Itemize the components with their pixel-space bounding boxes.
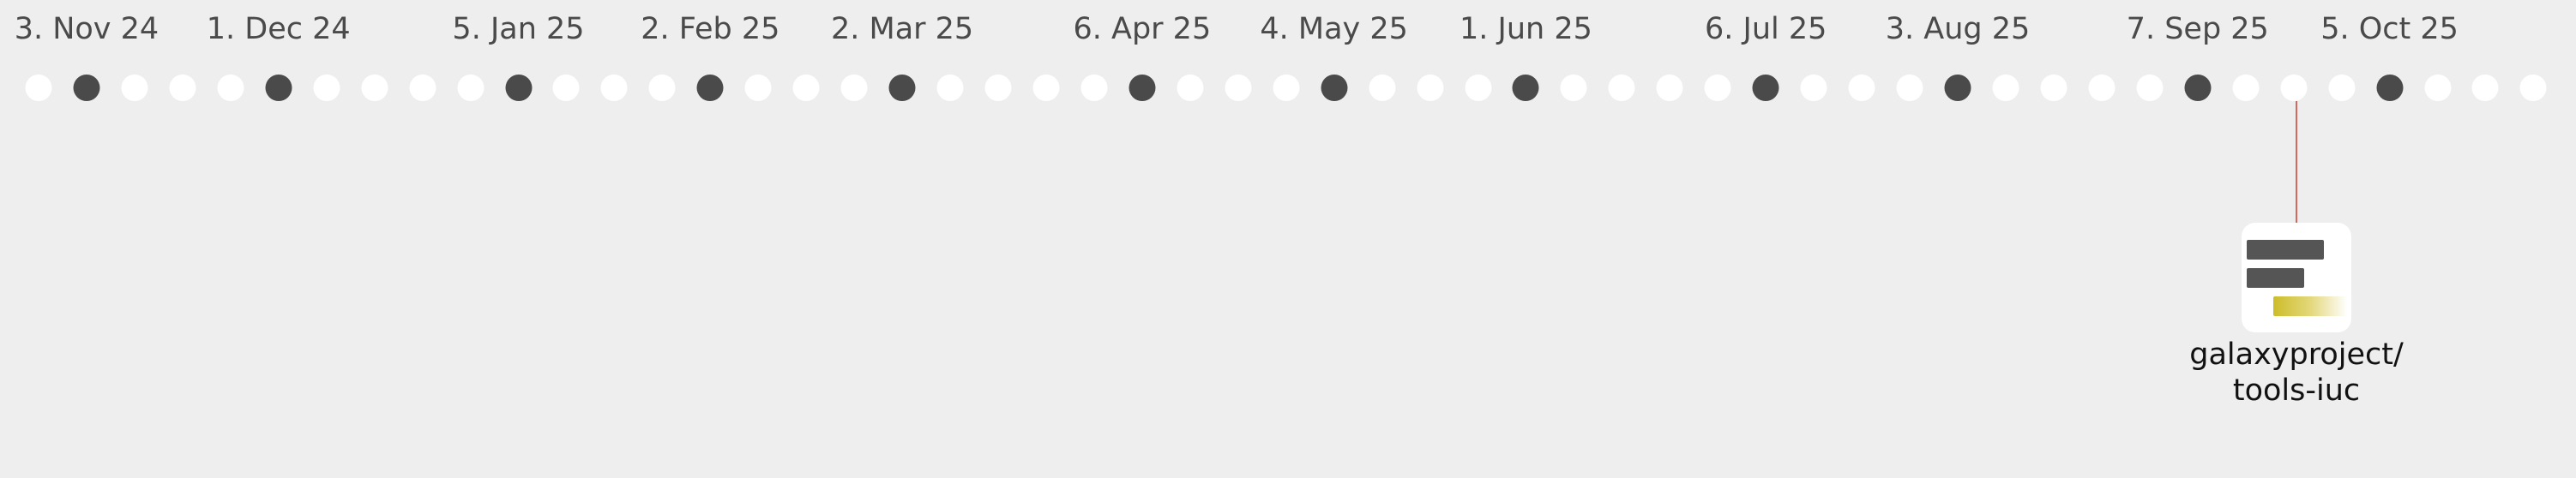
timeline-week-dot: [1369, 75, 1396, 101]
timeline-month-dot: [73, 75, 100, 101]
timeline-date-label: 3. Nov 24: [14, 12, 159, 46]
timeline-week-dot: [840, 75, 868, 101]
timeline-week-dot: [1225, 75, 1252, 101]
repository-name: tools-iuc: [2232, 373, 2361, 408]
timeline-week-dot: [2136, 75, 2164, 101]
timeline-date-label: 5. Oct 25: [2320, 12, 2459, 46]
timeline-month-dot: [1752, 75, 1779, 101]
timeline-month-dot: [696, 75, 724, 101]
timeline-week-dot: [600, 75, 628, 101]
timeline-week-dot: [1848, 75, 1875, 101]
timeline-month-dot: [505, 75, 532, 101]
timeline-week-dot: [313, 75, 340, 101]
timeline-week-dot: [552, 75, 580, 101]
timeline-week-dot: [409, 75, 436, 101]
icon-bar-bottom: [2273, 296, 2347, 316]
timeline-week-dot: [2232, 75, 2260, 101]
timeline-week-dot: [2471, 75, 2499, 101]
timeline-week-dot: [121, 75, 148, 101]
timeline-date-label: 5. Jan 25: [452, 12, 585, 46]
timeline-month-dot: [1321, 75, 1348, 101]
timeline-week-dot: [217, 75, 244, 101]
timeline-week-dot: [1656, 75, 1683, 101]
timeline-month-dot: [1512, 75, 1539, 101]
icon-bar-middle: [2247, 268, 2304, 288]
timeline-week-dot: [1032, 75, 1060, 101]
timeline-week-dot: [2328, 75, 2356, 101]
timeline-month-dot: [2184, 75, 2212, 101]
timeline-month-dot: [888, 75, 916, 101]
repository-card[interactable]: [2242, 223, 2351, 332]
timeline-week-dot: [169, 75, 196, 101]
timeline-week-dot: [1465, 75, 1491, 101]
timeline-date-label: 1. Dec 24: [206, 12, 351, 46]
timeline-date-label: 2. Mar 25: [830, 12, 974, 46]
timeline-month-dot: [1944, 75, 1971, 101]
timeline-week-dot: [457, 75, 485, 101]
timeline-week-dot: [361, 75, 388, 101]
timeline-week-dot: [25, 75, 52, 101]
repository-owner: galaxyproject/: [2189, 338, 2404, 372]
timeline-week-dot: [1896, 75, 1923, 101]
timeline-week-dot: [2088, 75, 2116, 101]
timeline-week-dot: [1800, 75, 1827, 101]
timeline-month-dot: [265, 75, 292, 101]
timeline-week-dot: [1417, 75, 1444, 101]
timeline-date-label: 7. Sep 25: [2126, 12, 2269, 46]
timeline-week-dot: [1704, 75, 1731, 101]
timeline-month-dot: [2376, 75, 2404, 101]
timeline-week-dot: [936, 75, 964, 101]
timeline-week-dot: [2519, 75, 2547, 101]
timeline-week-dot: [1273, 75, 1300, 101]
timeline-date-label: 2. Feb 25: [641, 12, 780, 46]
icon-bar-top: [2247, 240, 2324, 260]
timeline-date-label: 4. May 25: [1260, 12, 1408, 46]
timeline-week-dot: [1177, 75, 1204, 101]
timeline-week-dot: [2424, 75, 2451, 101]
timeline-date-label: 6. Jul 25: [1704, 12, 1827, 46]
timeline-week-dot: [2280, 75, 2308, 101]
timeline-week-dot: [1608, 75, 1635, 101]
timeline-week-dot: [744, 75, 772, 101]
timeline-week-dot: [984, 75, 1012, 101]
timeline-date-label: 1. Jun 25: [1460, 12, 1592, 46]
timeline-week-dot: [2040, 75, 2067, 101]
timeline-week-dot: [792, 75, 820, 101]
timeline-week-dot: [1080, 75, 1108, 101]
timeline-week-dot: [1992, 75, 2019, 101]
timeline-month-dot: [1129, 75, 1156, 101]
event-connector-line: [2296, 101, 2297, 223]
timeline-date-label: 6. Apr 25: [1073, 12, 1212, 46]
timeline-week-dot: [648, 75, 676, 101]
timeline-week-dot: [1560, 75, 1587, 101]
repository-label[interactable]: galaxyproject/ tools-iuc: [2189, 337, 2404, 409]
timeline-date-label: 3. Aug 25: [1885, 12, 2031, 46]
